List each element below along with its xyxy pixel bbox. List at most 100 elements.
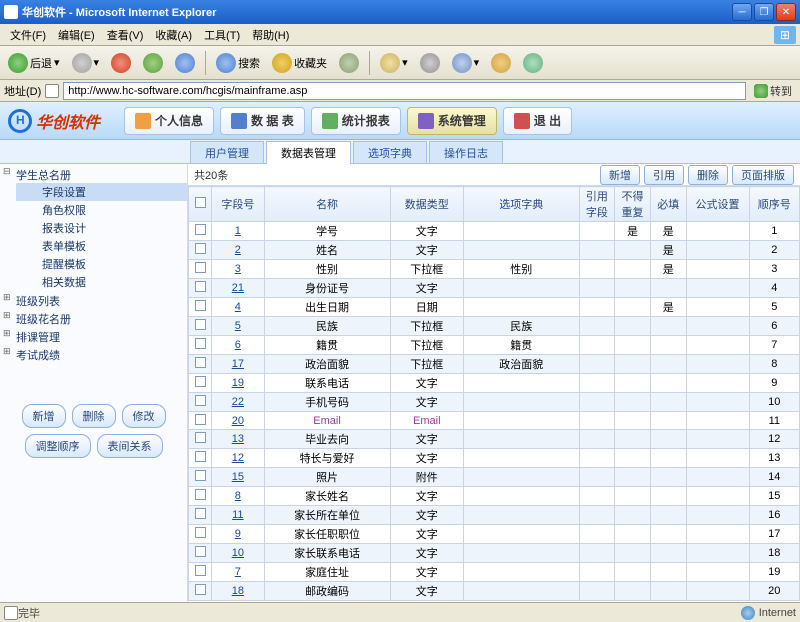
row-checkbox[interactable] <box>195 414 206 425</box>
minimize-button[interactable]: ─ <box>732 3 752 21</box>
nav-data[interactable]: 数 据 表 <box>220 107 305 135</box>
side-add-button[interactable]: 新增 <box>22 404 66 428</box>
field-no-link[interactable]: 22 <box>232 396 244 408</box>
col-chk[interactable] <box>189 187 212 222</box>
nav-system[interactable]: 系统管理 <box>407 107 497 135</box>
mail-button[interactable]: ▾ <box>376 51 412 75</box>
field-no-link[interactable]: 4 <box>235 301 241 313</box>
checkbox-all[interactable] <box>195 197 206 208</box>
search-button[interactable]: 搜索 <box>212 51 264 75</box>
action-add[interactable]: 新增 <box>600 165 640 185</box>
row-checkbox[interactable] <box>195 546 206 557</box>
refresh-button[interactable] <box>139 51 167 75</box>
field-no-link[interactable]: 1 <box>235 225 241 237</box>
history-button[interactable] <box>335 51 363 75</box>
menu-favorites[interactable]: 收藏(A) <box>149 25 198 45</box>
subtab-table[interactable]: 数据表管理 <box>266 141 351 164</box>
row-checkbox[interactable] <box>195 584 206 595</box>
close-button[interactable]: ✕ <box>776 3 796 21</box>
col-required[interactable]: 必填 <box>650 187 686 222</box>
field-no-link[interactable]: 12 <box>232 452 244 464</box>
field-no-link[interactable]: 21 <box>232 282 244 294</box>
field-no-link[interactable]: 8 <box>235 490 241 502</box>
forward-button[interactable]: ▾ <box>68 51 104 75</box>
col-order[interactable]: 顺序号 <box>749 187 799 222</box>
field-no-link[interactable]: 9 <box>235 528 241 540</box>
tree-child[interactable]: 提醒模板 <box>16 255 187 273</box>
side-rel-button[interactable]: 表间关系 <box>97 434 163 458</box>
edit-button[interactable]: ▾ <box>448 51 484 75</box>
field-no-link[interactable]: 19 <box>232 377 244 389</box>
print-button[interactable] <box>416 51 444 75</box>
tree-child[interactable]: 相关数据 <box>16 273 187 291</box>
field-no-link[interactable]: 5 <box>235 320 241 332</box>
favorites-button[interactable]: 收藏夹 <box>268 51 331 75</box>
nav-stats[interactable]: 统计报表 <box>311 107 401 135</box>
row-checkbox[interactable] <box>195 281 206 292</box>
tree-child[interactable]: 角色权限 <box>16 201 187 219</box>
field-no-link[interactable]: 13 <box>232 433 244 445</box>
row-checkbox[interactable] <box>195 470 206 481</box>
side-order-button[interactable]: 调整顺序 <box>25 434 91 458</box>
side-del-button[interactable]: 删除 <box>72 404 116 428</box>
col-norepeat[interactable]: 不得 重复 <box>615 187 651 222</box>
col-reffield[interactable]: 引用 字段 <box>579 187 615 222</box>
field-no-link[interactable]: 3 <box>235 263 241 275</box>
col-dict[interactable]: 选项字典 <box>464 187 579 222</box>
row-checkbox[interactable] <box>195 357 206 368</box>
col-fieldno[interactable]: 字段号 <box>212 187 264 222</box>
col-name[interactable]: 名称 <box>264 187 390 222</box>
row-checkbox[interactable] <box>195 451 206 462</box>
field-no-link[interactable]: 10 <box>232 547 244 559</box>
col-dtype[interactable]: 数据类型 <box>390 187 463 222</box>
tree-child[interactable]: 表单模板 <box>16 237 187 255</box>
row-checkbox[interactable] <box>195 489 206 500</box>
row-checkbox[interactable] <box>195 224 206 235</box>
menu-view[interactable]: 查看(V) <box>101 25 150 45</box>
nav-personal[interactable]: 个人信息 <box>124 107 214 135</box>
field-no-link[interactable]: 11 <box>232 509 243 521</box>
field-no-link[interactable]: 18 <box>232 585 244 597</box>
row-checkbox[interactable] <box>195 300 206 311</box>
field-no-link[interactable]: 20 <box>232 415 244 427</box>
discuss-button[interactable] <box>487 51 515 75</box>
tree-sibling[interactable]: 排课管理 <box>0 328 187 346</box>
tree-sibling[interactable]: 考试成绩 <box>0 346 187 364</box>
field-no-link[interactable]: 17 <box>232 358 244 370</box>
menu-edit[interactable]: 编辑(E) <box>52 25 101 45</box>
row-checkbox[interactable] <box>195 338 206 349</box>
go-button[interactable]: 转到 <box>750 83 796 99</box>
side-mod-button[interactable]: 修改 <box>122 404 166 428</box>
stop-button[interactable] <box>107 51 135 75</box>
row-checkbox[interactable] <box>195 262 206 273</box>
subtab-log[interactable]: 操作日志 <box>429 141 503 163</box>
row-checkbox[interactable] <box>195 395 206 406</box>
tree-child[interactable]: 字段设置 <box>16 183 187 201</box>
row-checkbox[interactable] <box>195 565 206 576</box>
menu-tools[interactable]: 工具(T) <box>198 25 246 45</box>
row-checkbox[interactable] <box>195 432 206 443</box>
nav-exit[interactable]: 退 出 <box>503 107 572 135</box>
action-sort[interactable]: 页面排版 <box>732 165 794 185</box>
tree-child[interactable]: 报表设计 <box>16 219 187 237</box>
address-input[interactable] <box>63 82 746 100</box>
messenger-button[interactable] <box>519 51 547 75</box>
subtab-user[interactable]: 用户管理 <box>190 141 264 163</box>
home-button[interactable] <box>171 51 199 75</box>
row-checkbox[interactable] <box>195 376 206 387</box>
maximize-button[interactable]: ❐ <box>754 3 774 21</box>
field-no-link[interactable]: 2 <box>235 244 241 256</box>
col-formula[interactable]: 公式设置 <box>686 187 749 222</box>
subtab-dict[interactable]: 选项字典 <box>353 141 427 163</box>
tree-sibling[interactable]: 班级列表 <box>0 292 187 310</box>
tree-sibling[interactable]: 班级花名册 <box>0 310 187 328</box>
row-checkbox[interactable] <box>195 319 206 330</box>
row-checkbox[interactable] <box>195 508 206 519</box>
field-no-link[interactable]: 15 <box>232 471 244 483</box>
table-scroll[interactable]: 字段号名称数据类型选项字典引用 字段不得 重复必填公式设置顺序号 1学号文字是是… <box>188 186 800 602</box>
row-checkbox[interactable] <box>195 243 206 254</box>
tree-root[interactable]: 学生总名册 字段设置角色权限报表设计表单模板提醒模板相关数据 <box>0 166 187 292</box>
back-button[interactable]: 后退 ▾ <box>4 51 64 75</box>
action-del[interactable]: 删除 <box>688 165 728 185</box>
field-no-link[interactable]: 6 <box>235 339 241 351</box>
